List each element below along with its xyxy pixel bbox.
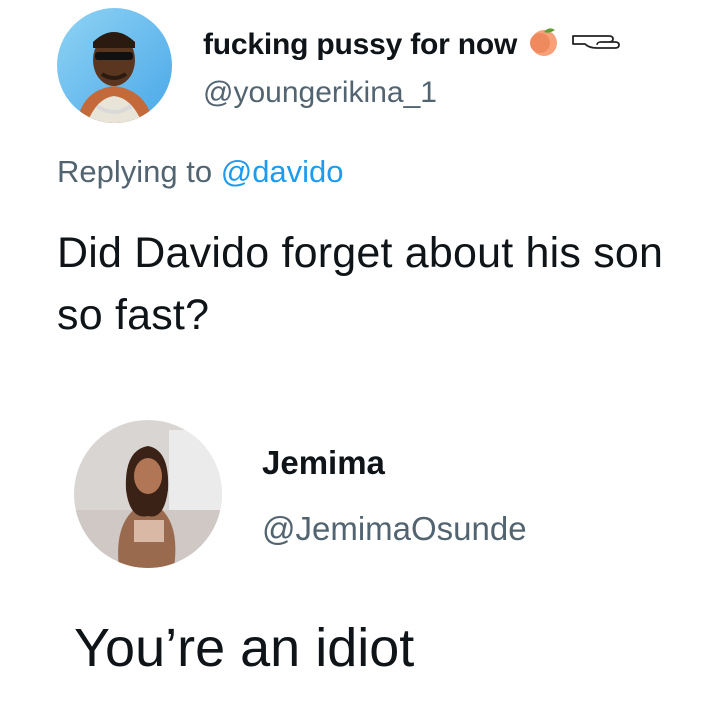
profile-photo (57, 8, 172, 123)
reply-tweet: Jemima @JemimaOsunde You’re an idiot (0, 380, 726, 726)
original-tweet: fucking pussy for now @youngerikina_1 Re… (0, 0, 726, 380)
display-name-text: Jemima (262, 444, 385, 481)
avatar[interactable] (57, 8, 172, 123)
peach-icon (527, 24, 561, 66)
display-name[interactable]: Jemima (262, 444, 385, 482)
avatar[interactable] (74, 420, 222, 568)
tweet-text: You’re an idiot (74, 618, 415, 678)
profile-photo (74, 420, 222, 568)
replying-to: Replying to @davido (57, 154, 344, 190)
tweet-text: Did Davido forget about his son so fast? (57, 229, 664, 339)
replying-to-label: Replying to (57, 154, 213, 189)
pointing-hand-icon (571, 28, 627, 62)
display-name-text: fucking pussy for now (203, 28, 518, 61)
handle[interactable]: @youngerikina_1 (203, 76, 437, 110)
display-name[interactable]: fucking pussy for now (203, 24, 627, 66)
mention-link[interactable]: @davido (221, 154, 344, 189)
handle[interactable]: @JemimaOsunde (262, 510, 527, 548)
